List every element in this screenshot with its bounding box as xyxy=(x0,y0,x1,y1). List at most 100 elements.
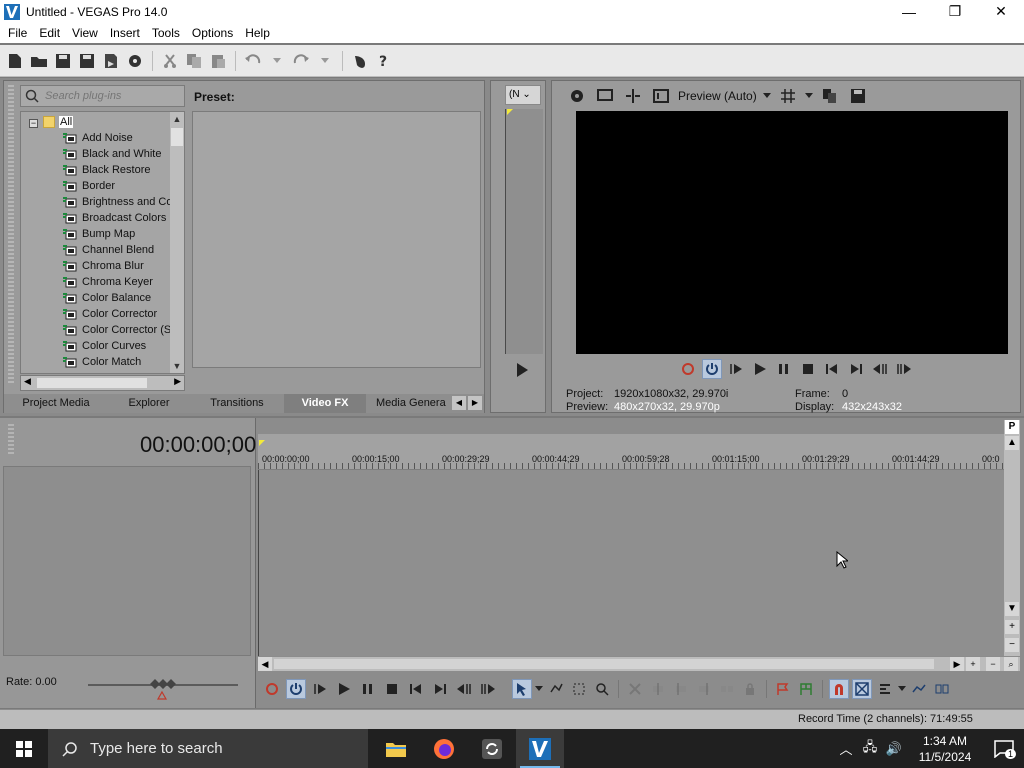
overlays-dropdown-icon[interactable] xyxy=(804,93,813,99)
plugin-tree-item[interactable]: Border xyxy=(21,178,171,194)
scroll-left-icon[interactable]: ◀ xyxy=(24,376,31,387)
notification-center-button[interactable]: 1 xyxy=(984,729,1024,768)
play-icon[interactable] xyxy=(334,679,354,699)
vegas-pro-taskbar-icon[interactable] xyxy=(516,729,564,768)
cut-icon[interactable] xyxy=(159,50,181,72)
play-from-start-icon[interactable] xyxy=(726,359,746,379)
edit-tool-dropdown-icon[interactable] xyxy=(535,686,543,692)
go-to-start-icon[interactable] xyxy=(406,679,426,699)
tab-scroll-left-icon[interactable]: ◀ xyxy=(452,396,466,410)
zoom-tool-icon[interactable]: ⌕ xyxy=(1004,657,1018,671)
zoom-in-vertical-icon[interactable]: + xyxy=(1005,620,1019,634)
plugin-tree-item[interactable]: Black and White xyxy=(21,146,171,162)
trimmer-play-icon[interactable] xyxy=(517,363,528,377)
menu-file[interactable]: File xyxy=(2,23,33,43)
minimize-button[interactable]: — xyxy=(886,0,932,23)
scroll-thumb[interactable] xyxy=(171,128,183,146)
trimmer-media-select[interactable]: (N ⌄ xyxy=(505,85,541,105)
search-plugins-box[interactable] xyxy=(20,85,185,107)
tab-transitions[interactable]: Transitions xyxy=(190,394,284,413)
menu-help[interactable]: Help xyxy=(239,23,276,43)
plugin-tree-item[interactable]: Black Restore xyxy=(21,162,171,178)
scroll-left-icon[interactable]: ◀ xyxy=(258,657,272,671)
pause-icon[interactable] xyxy=(774,359,794,379)
envelope-tool-icon[interactable] xyxy=(546,679,566,699)
zoom-out-horizontal-icon[interactable]: − xyxy=(986,657,1000,671)
previous-frame-icon[interactable] xyxy=(454,679,474,699)
plugin-tree-item[interactable]: Chroma Blur xyxy=(21,258,171,274)
plugin-tree-item[interactable]: Add Noise xyxy=(21,130,171,146)
tab-video-fx[interactable]: Video FX xyxy=(284,394,366,413)
tab-project-media[interactable]: Project Media xyxy=(4,394,108,413)
plugin-tree-item[interactable]: Color Match xyxy=(21,354,171,370)
plugin-tree-item[interactable]: Channel Blend xyxy=(21,242,171,258)
plugin-tree-item[interactable]: Color Balance xyxy=(21,290,171,306)
go-to-end-icon[interactable] xyxy=(430,679,450,699)
network-icon[interactable]: 🖧 xyxy=(858,738,882,760)
volume-icon[interactable]: 🔊 xyxy=(882,741,906,757)
zoom-in-horizontal-icon[interactable]: + xyxy=(966,657,980,671)
plugin-tree-item[interactable]: Convolution Kerne xyxy=(21,370,171,373)
redo-icon[interactable] xyxy=(290,50,312,72)
auto-ripple-dropdown-icon[interactable] xyxy=(898,686,906,692)
copy-icon[interactable] xyxy=(183,50,205,72)
tree-horizontal-scrollbar[interactable]: ◀ ▶ xyxy=(20,375,185,391)
menu-tools[interactable]: Tools xyxy=(146,23,186,43)
insert-region-icon[interactable] xyxy=(796,679,816,699)
tree-root[interactable]: − All xyxy=(21,114,171,130)
preset-list[interactable] xyxy=(192,111,481,368)
tree-vertical-scrollbar[interactable]: ▲ ▼ xyxy=(170,112,184,373)
plugin-tree-item[interactable]: Color Corrector (S xyxy=(21,322,171,338)
menu-options[interactable]: Options xyxy=(186,23,239,43)
close-button[interactable]: ✕ xyxy=(978,0,1024,23)
save-icon[interactable] xyxy=(52,50,74,72)
preview-quality-label[interactable]: Preview (Auto) xyxy=(678,89,757,103)
zoom-out-vertical-icon[interactable]: − xyxy=(1005,638,1019,652)
save-snapshot-icon[interactable] xyxy=(847,85,869,107)
open-folder-icon[interactable] xyxy=(28,50,50,72)
previous-frame-icon[interactable] xyxy=(870,359,890,379)
plugin-tree-item[interactable]: Color Corrector xyxy=(21,306,171,322)
external-monitor-icon[interactable] xyxy=(594,85,616,107)
lock-envelopes-icon[interactable] xyxy=(909,679,929,699)
pause-icon[interactable] xyxy=(358,679,378,699)
preview-settings-gear-icon[interactable] xyxy=(566,85,588,107)
scroll-up-icon[interactable]: ▲ xyxy=(1005,436,1019,450)
loop-playback-icon[interactable] xyxy=(702,359,722,379)
scroll-right-icon[interactable]: ▶ xyxy=(174,376,181,387)
video-fx-icon[interactable] xyxy=(650,85,672,107)
insert-marker-icon[interactable] xyxy=(773,679,793,699)
ignore-event-grouping-icon[interactable] xyxy=(932,679,952,699)
taskbar-search-box[interactable]: Type here to search xyxy=(48,729,368,768)
timeline-track-area[interactable] xyxy=(258,470,1004,656)
play-icon[interactable] xyxy=(750,359,770,379)
firefox-icon[interactable] xyxy=(420,729,468,768)
trim-icon[interactable] xyxy=(648,679,668,699)
plugin-tree-item[interactable]: Chroma Keyer xyxy=(21,274,171,290)
scroll-right-icon[interactable]: ▶ xyxy=(950,657,964,671)
snapping-magnet-icon[interactable] xyxy=(829,679,849,699)
trim-end-icon[interactable] xyxy=(694,679,714,699)
scroll-down-icon[interactable]: ▼ xyxy=(170,359,184,373)
go-to-start-icon[interactable] xyxy=(822,359,842,379)
timeline-horizontal-scrollbar[interactable]: ◀ ▶ + − ⌕ xyxy=(258,657,1020,671)
enable-snapping-icon[interactable] xyxy=(349,50,371,72)
scroll-thumb[interactable] xyxy=(274,659,934,669)
properties-gear-icon[interactable] xyxy=(124,50,146,72)
tab-media-generators[interactable]: Media Genera xyxy=(366,394,450,413)
save-as-icon[interactable] xyxy=(76,50,98,72)
normal-edit-tool-icon[interactable] xyxy=(512,679,532,699)
timeline-vertical-scrollbar[interactable]: P ▲ ▼ + − xyxy=(1004,420,1020,656)
scroll-thumb[interactable] xyxy=(37,378,147,388)
taskbar-clock[interactable]: 1:34 AM 11/5/2024 xyxy=(906,733,984,765)
menu-view[interactable]: View xyxy=(66,23,104,43)
lock-icon[interactable] xyxy=(740,679,760,699)
tab-scroll-right-icon[interactable]: ▶ xyxy=(468,396,482,410)
tab-explorer[interactable]: Explorer xyxy=(108,394,190,413)
start-button[interactable] xyxy=(0,729,48,768)
timeline-ruler[interactable]: 00:00:00;00 00:00:15;00 00:00:29;29 00:00:4… xyxy=(258,434,1004,470)
new-project-icon[interactable] xyxy=(4,50,26,72)
stop-icon[interactable] xyxy=(382,679,402,699)
trim-start-icon[interactable] xyxy=(671,679,691,699)
track-list[interactable] xyxy=(3,466,251,656)
